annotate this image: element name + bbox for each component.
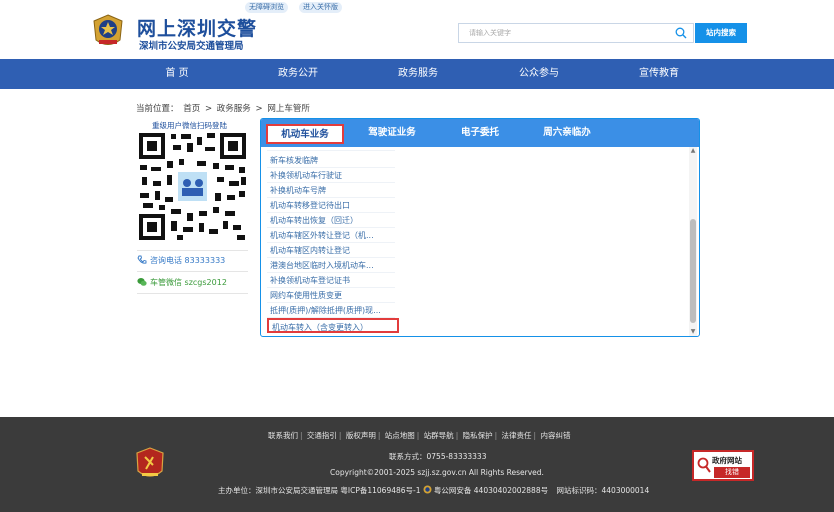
breadcrumb: 当前位置： 首页 > 政务服务 > 网上车管所 xyxy=(136,102,312,114)
footer-site-code: 网站标识码：4403000014 xyxy=(556,486,650,495)
breadcrumb-separator: > xyxy=(255,104,263,114)
breadcrumb-prefix: 当前位置： xyxy=(136,104,179,114)
footer-host[interactable]: 主办单位：深圳市公安局交通管理局 粤ICP备11069486号-1 xyxy=(218,486,421,495)
gov-site-error-badge[interactable]: 政府网站 找错 xyxy=(692,450,754,481)
sidebar-divider xyxy=(137,250,248,251)
list-item[interactable]: 补换领机动车登记证书 xyxy=(267,273,395,288)
list-item[interactable]: 港澳台地区临时入境机动车... xyxy=(267,258,395,273)
scroll-thumb[interactable] xyxy=(690,219,696,323)
phone-icon xyxy=(137,255,147,264)
elderly-mode-button[interactable]: 进入关怀版 xyxy=(299,2,342,13)
site-header: 网上深圳交警 深圳市公安局交通管理局 无障碍浏览 进入关怀版 站内搜索 xyxy=(0,0,834,59)
footer-links: 联系我们 | 交通指引 | 版权声明 | 站点地图 | 站群导航 | 隐私保护 | 法律责任… xyxy=(268,430,571,441)
qr-caption: 重级用户微信扫码登陆 xyxy=(152,121,227,130)
contact-phone: 咨询电话 83333333 xyxy=(137,255,225,266)
footer-link-copyright[interactable]: 版权声明 xyxy=(346,430,376,441)
gov-badge-title: 政府网站 xyxy=(712,456,742,465)
site-search-button[interactable]: 站内搜索 xyxy=(695,23,747,43)
footer-link-legal[interactable]: 法律责任 xyxy=(502,430,532,441)
list-scrollbar[interactable]: ▲ ▼ xyxy=(689,147,697,336)
police-emblem-icon xyxy=(93,14,123,45)
nav-item-gov-services[interactable]: 政务服务 xyxy=(378,59,458,89)
footer-link-site-group[interactable]: 站群导航 xyxy=(424,430,454,441)
list-item[interactable]: 新车核发临牌 xyxy=(267,153,395,168)
footer-link-privacy[interactable]: 隐私保护 xyxy=(463,430,493,441)
tab-license-business[interactable]: 驾驶证业务 xyxy=(357,119,427,147)
gov-badge-action: 找错 xyxy=(714,467,750,478)
police-badge-icon xyxy=(423,485,432,494)
list-item[interactable]: 机动车转出恢复（回迁） xyxy=(267,213,395,228)
list-item[interactable]: 机动车辖区内转让登记 xyxy=(267,243,395,258)
service-panel: 机动车业务 驾驶证业务 电子委托 周六亲临办 新车核发临牌 补换领机动车行驶证 … xyxy=(260,118,700,337)
tab-e-entrustment[interactable]: 电子委托 xyxy=(445,119,515,147)
main-nav: 首 页 政务公开 政务服务 公众参与 宣传教育 xyxy=(0,59,834,89)
breadcrumb-home[interactable]: 首页 xyxy=(183,104,200,114)
footer-copyright: Copyright©2001-2025 szjj.sz.gov.cn All R… xyxy=(330,468,544,477)
tab-vehicle-business[interactable]: 机动车业务 xyxy=(266,124,344,144)
nav-item-home[interactable]: 首 页 xyxy=(137,59,217,89)
search-box xyxy=(458,23,694,43)
footer-link-error-report[interactable]: 内容纠错 xyxy=(540,430,570,441)
list-item[interactable]: 补换领机动车行驶证 xyxy=(267,168,395,183)
site-footer: 联系我们 | 交通指引 | 版权声明 | 站点地图 | 站群导航 | 隐私保护 | 法律责任… xyxy=(0,417,834,512)
party-emblem-icon[interactable] xyxy=(135,447,165,483)
footer-host-info: 主办单位：深圳市公安局交通管理局 粤ICP备11069486号-1 粤公网安备 … xyxy=(218,485,649,496)
contact-wechat: 车管微信 szcgs2012 xyxy=(137,277,227,288)
breadcrumb-current: 网上车管所 xyxy=(267,104,310,114)
scroll-down-arrow-icon[interactable]: ▼ xyxy=(689,328,697,336)
breadcrumb-separator: > xyxy=(204,104,213,114)
nav-item-public-participation[interactable]: 公众参与 xyxy=(499,59,579,89)
list-item[interactable]: 机动车辖区外转让登记（机... xyxy=(267,228,395,243)
list-item[interactable]: 补换机动车号牌 xyxy=(267,183,395,198)
footer-link-sitemap[interactable]: 站点地图 xyxy=(385,430,415,441)
search-input[interactable] xyxy=(459,24,669,42)
tab-bar: 机动车业务 驾驶证业务 电子委托 周六亲临办 xyxy=(261,119,699,147)
list-item[interactable]: 机动车转移登记待出口 xyxy=(267,198,395,213)
accessible-mode-button[interactable]: 无障碍浏览 xyxy=(245,2,288,13)
qr-code-icon xyxy=(137,131,248,242)
site-title[interactable]: 网上深圳交警 xyxy=(137,14,257,41)
sidebar-divider xyxy=(137,271,248,272)
list-item[interactable]: 网约车使用性质变更 xyxy=(267,288,395,303)
footer-link-traffic-guide[interactable]: 交通指引 xyxy=(307,430,337,441)
wechat-icon xyxy=(137,278,147,286)
magnifier-icon xyxy=(697,457,711,473)
nav-item-publicity[interactable]: 宣传教育 xyxy=(619,59,699,89)
list-item-vehicle-transfer-in[interactable]: 机动车转入（含变更转入） xyxy=(267,318,399,333)
nav-item-gov-affairs-open[interactable]: 政务公开 xyxy=(258,59,338,89)
scroll-up-arrow-icon[interactable]: ▲ xyxy=(689,147,697,155)
footer-police-record[interactable]: 粤公网安备 44030402002888号 xyxy=(434,486,548,495)
breadcrumb-gov-services[interactable]: 政务服务 xyxy=(217,104,251,114)
footer-contact: 联系方式：0755-83333333 xyxy=(389,452,487,461)
tab-saturday-service[interactable]: 周六亲临办 xyxy=(532,119,602,147)
site-subtitle: 深圳市公安局交通管理局 xyxy=(139,41,244,52)
sidebar-divider xyxy=(137,293,248,294)
footer-link-contact[interactable]: 联系我们 xyxy=(268,430,298,441)
search-icon[interactable] xyxy=(675,27,687,39)
list-item[interactable]: 抵押(质押)/解除抵押(质押)现... xyxy=(267,303,395,318)
service-list: 新车核发临牌 补换领机动车行驶证 补换机动车号牌 机动车转移登记待出口 机动车转… xyxy=(261,147,699,336)
list-item-partial[interactable] xyxy=(267,147,395,151)
